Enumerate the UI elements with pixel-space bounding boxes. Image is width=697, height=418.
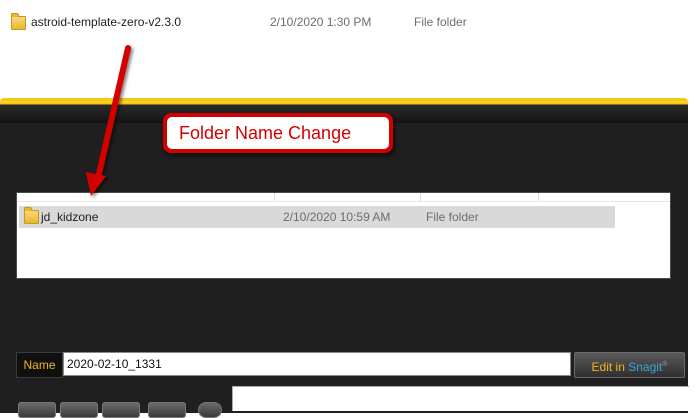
annotation-arrow: [86, 45, 131, 196]
